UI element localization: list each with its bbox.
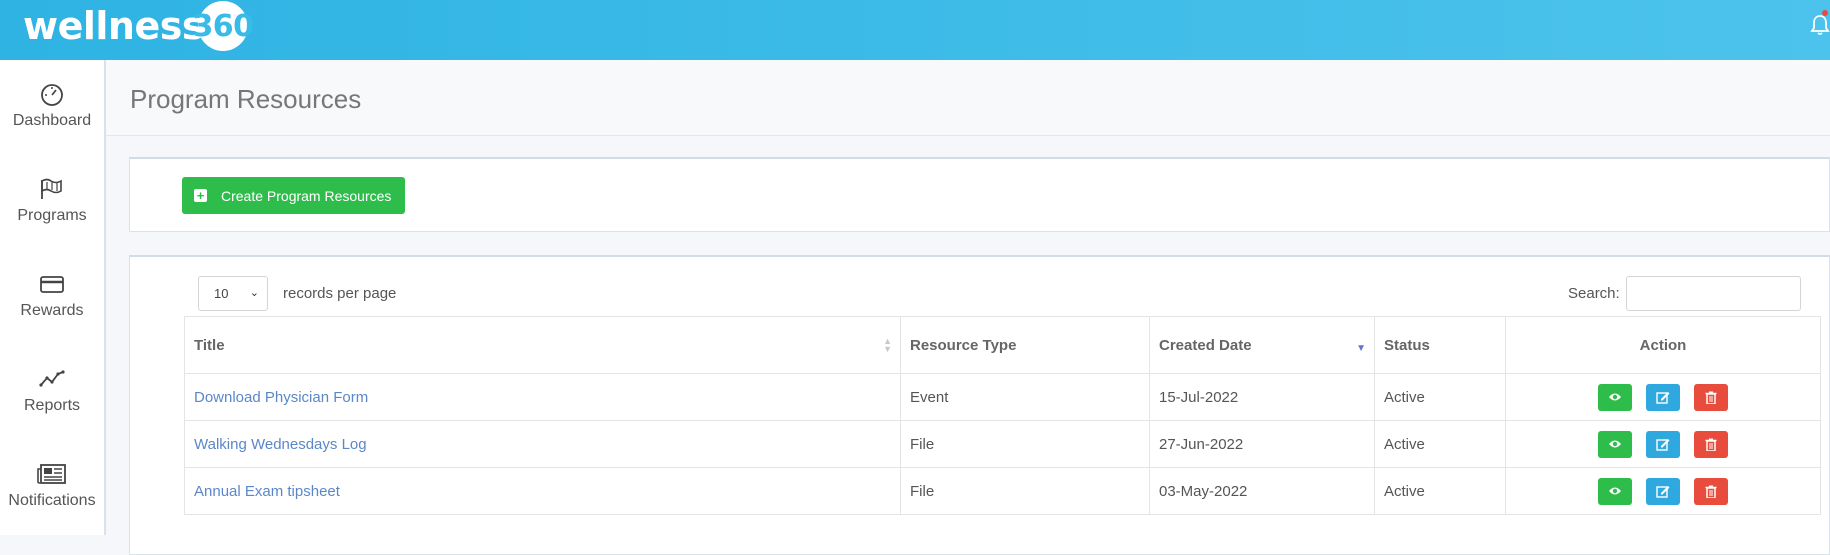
action-cell: [1505, 420, 1821, 468]
newspaper-icon: [37, 464, 66, 484]
edit-button[interactable]: [1646, 430, 1680, 458]
sort-desc-icon: ▼: [1356, 343, 1366, 354]
resources-table-card: 10 ⌄ records per page Search: Title ▲ ▼ R…: [129, 255, 1830, 555]
line-chart-icon: [39, 370, 65, 387]
sidebar-item-label: Dashboard: [12, 112, 92, 129]
delete-button[interactable]: [1694, 430, 1729, 458]
eye-icon: [1608, 393, 1621, 400]
create-button-label: Create Program Resources: [221, 187, 392, 204]
status-cell: Active: [1374, 420, 1506, 468]
action-cell: [1505, 373, 1821, 421]
credit-card-icon: [40, 276, 64, 293]
top-bar: wellness 360: [0, 0, 1830, 60]
column-header-status[interactable]: Status: [1374, 316, 1506, 374]
resource-type-cell: File: [900, 420, 1150, 468]
logo-word: wellness: [23, 4, 205, 48]
column-header-label: Resource Type: [910, 336, 1017, 354]
column-header-label: Action: [1639, 336, 1687, 354]
main-content: Program Resources + Create Program Resou…: [106, 60, 1830, 555]
column-header-label: Title: [194, 336, 225, 354]
records-per-page-label: records per page: [283, 285, 397, 302]
sidebar: Dashboard Programs Rewards Reports Notif…: [0, 60, 106, 535]
chevron-down-icon: ⌄: [249, 287, 259, 299]
sidebar-item-dashboard[interactable]: Dashboard: [0, 82, 104, 130]
status-cell: Active: [1374, 373, 1506, 421]
column-header-action: Action: [1505, 316, 1821, 374]
sidebar-item-label: Reports: [23, 397, 81, 414]
sidebar-item-label: Programs: [17, 207, 87, 224]
trash-icon: [1705, 438, 1717, 451]
action-cell: [1505, 467, 1821, 515]
notification-dot: [1822, 10, 1828, 16]
edit-icon: [1656, 485, 1670, 498]
create-program-resources-button[interactable]: + Create Program Resources: [182, 177, 406, 214]
column-header-label: Status: [1384, 336, 1430, 354]
wellness360-logo[interactable]: wellness 360: [23, 0, 254, 52]
sidebar-item-label: Notifications: [8, 492, 96, 509]
plus-square-icon: +: [194, 189, 207, 202]
delete-button[interactable]: [1694, 383, 1729, 411]
sidebar-item-label: Rewards: [20, 302, 84, 319]
sidebar-item-programs[interactable]: Programs: [0, 177, 104, 225]
column-header-title[interactable]: Title ▲ ▼: [184, 316, 901, 374]
toolbar-card: + Create Program Resources: [129, 157, 1830, 232]
column-header-created-date[interactable]: Created Date ▼: [1149, 316, 1375, 374]
view-button[interactable]: [1597, 477, 1632, 505]
table-row: Download Physician Form Event 15-Jul-202…: [184, 373, 1821, 421]
trash-icon: [1705, 391, 1717, 404]
view-button[interactable]: [1597, 383, 1632, 411]
resource-title-link[interactable]: Walking Wednesdays Log: [184, 420, 901, 468]
speedometer-icon: [41, 84, 63, 106]
resource-type-cell: Event: [900, 373, 1150, 421]
sidebar-item-rewards[interactable]: Rewards: [0, 272, 104, 320]
trash-icon: [1705, 485, 1717, 498]
sidebar-item-reports[interactable]: Reports: [0, 367, 104, 415]
resource-title-link[interactable]: Annual Exam tipsheet: [184, 467, 901, 515]
sidebar-item-notifications[interactable]: Notifications: [0, 462, 104, 510]
edit-button[interactable]: [1646, 477, 1680, 505]
created-date-cell: 15-Jul-2022: [1149, 373, 1375, 421]
page-title: Program Resources: [130, 84, 362, 114]
logo-badge: 360: [192, 1, 254, 51]
column-header-label: Created Date: [1159, 336, 1252, 354]
bell-icon[interactable]: [1810, 14, 1830, 36]
resource-type-cell: File: [900, 467, 1150, 515]
edit-button[interactable]: [1646, 383, 1680, 411]
table-header-row: Title ▲ ▼ Resource Type Created Date ▼ St…: [184, 316, 1821, 374]
search-label: Search:: [1568, 285, 1620, 302]
column-header-resource-type[interactable]: Resource Type: [900, 316, 1150, 374]
table-row: Annual Exam tipsheet File 03-May-2022 Ac…: [184, 467, 1821, 515]
status-cell: Active: [1374, 467, 1506, 515]
table-row: Walking Wednesdays Log File 27-Jun-2022 …: [184, 420, 1821, 468]
search-input[interactable]: [1626, 276, 1801, 311]
eye-icon: [1608, 440, 1621, 447]
eye-icon: [1608, 487, 1621, 494]
records-per-page-select[interactable]: 10 ⌄: [198, 276, 268, 311]
created-date-cell: 03-May-2022: [1149, 467, 1375, 515]
page-header: Program Resources: [106, 60, 1830, 136]
resources-table: Title ▲ ▼ Resource Type Created Date ▼ St…: [184, 316, 1821, 515]
created-date-cell: 27-Jun-2022: [1149, 420, 1375, 468]
flag-icon: [41, 178, 62, 199]
delete-button[interactable]: [1694, 477, 1729, 505]
sort-both-icon: ▲ ▼: [883, 336, 892, 354]
view-button[interactable]: [1597, 430, 1632, 458]
edit-icon: [1656, 438, 1670, 451]
resource-title-link[interactable]: Download Physician Form: [184, 373, 901, 421]
records-per-page-value: 10: [214, 286, 229, 301]
edit-icon: [1656, 391, 1670, 404]
